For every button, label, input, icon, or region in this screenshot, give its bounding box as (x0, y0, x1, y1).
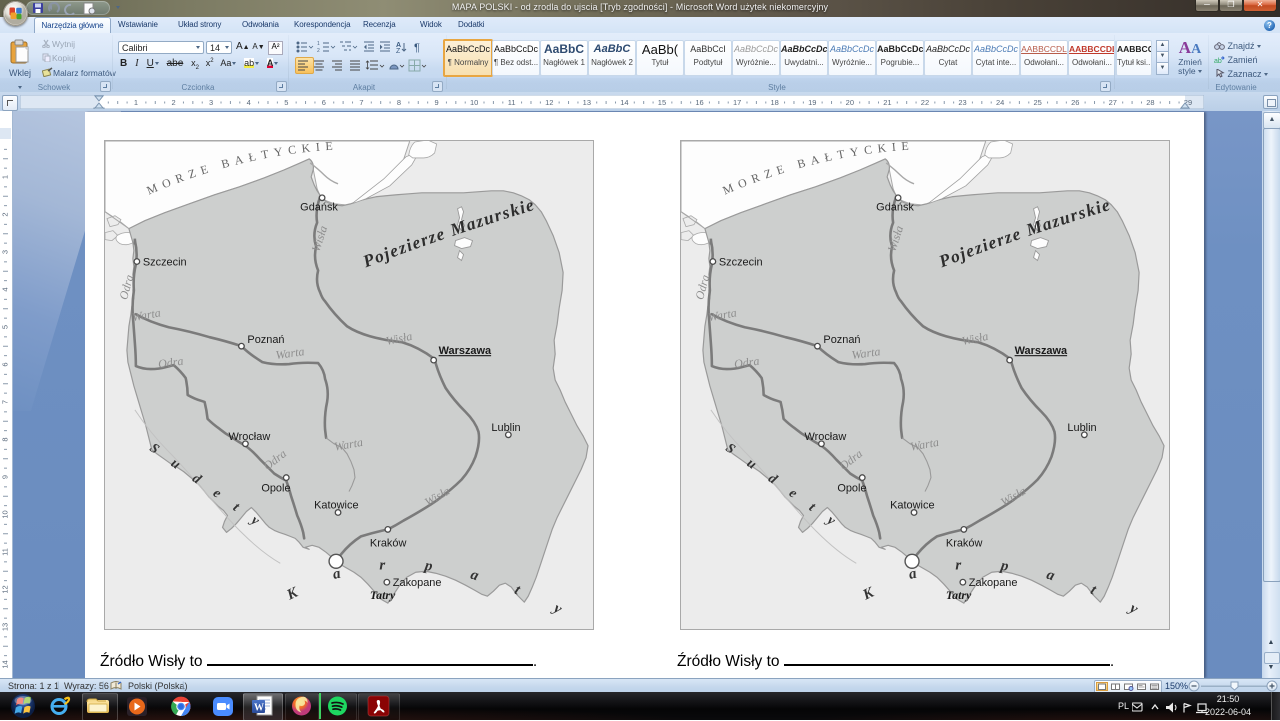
svg-text:10: 10 (0, 510, 9, 518)
svg-text:8: 8 (0, 437, 9, 441)
svg-text:19: 19 (808, 98, 816, 107)
svg-text:10: 10 (470, 98, 478, 107)
svg-text:17: 17 (733, 98, 741, 107)
svg-text:3: 3 (0, 250, 9, 254)
svg-text:2: 2 (0, 212, 9, 216)
svg-text:13: 13 (583, 98, 591, 107)
svg-text:7: 7 (0, 400, 9, 404)
svg-text:15: 15 (658, 98, 666, 107)
svg-text:13: 13 (0, 623, 9, 631)
svg-text:12: 12 (545, 98, 553, 107)
svg-text:22: 22 (921, 98, 929, 107)
svg-text:5: 5 (0, 325, 9, 329)
svg-text:8: 8 (397, 98, 401, 107)
svg-text:2: 2 (171, 98, 175, 107)
svg-text:6: 6 (0, 362, 9, 366)
svg-text:20: 20 (846, 98, 854, 107)
svg-text:11: 11 (0, 548, 9, 556)
svg-text:23: 23 (958, 98, 966, 107)
svg-text:¶: ¶ (414, 42, 420, 54)
svg-text:24: 24 (996, 98, 1004, 107)
svg-text:6: 6 (322, 98, 326, 107)
svg-text:9: 9 (0, 475, 9, 479)
svg-text:1: 1 (134, 98, 138, 107)
svg-text:21: 21 (883, 98, 891, 107)
svg-text:14: 14 (620, 98, 628, 107)
svg-text:28: 28 (1146, 98, 1154, 107)
svg-text:7: 7 (359, 98, 363, 107)
svg-text:W: W (254, 703, 264, 714)
svg-text:25: 25 (1034, 98, 1042, 107)
svg-text:Z: Z (396, 48, 401, 54)
svg-text:26: 26 (1071, 98, 1079, 107)
svg-text:4: 4 (247, 98, 251, 107)
svg-text:1: 1 (0, 175, 9, 179)
svg-text:3: 3 (209, 98, 213, 107)
svg-text:27: 27 (1109, 98, 1117, 107)
svg-text:14: 14 (0, 660, 9, 668)
svg-text:12: 12 (0, 585, 9, 593)
svg-text:4: 4 (0, 287, 9, 291)
svg-text:16: 16 (695, 98, 703, 107)
svg-text:18: 18 (771, 98, 779, 107)
svg-text:1: 1 (317, 41, 320, 47)
svg-text:ab: ab (1214, 58, 1222, 64)
svg-text:5: 5 (284, 98, 288, 107)
svg-text:11: 11 (508, 98, 516, 107)
svg-text:2: 2 (317, 48, 320, 54)
svg-text:9: 9 (434, 98, 438, 107)
